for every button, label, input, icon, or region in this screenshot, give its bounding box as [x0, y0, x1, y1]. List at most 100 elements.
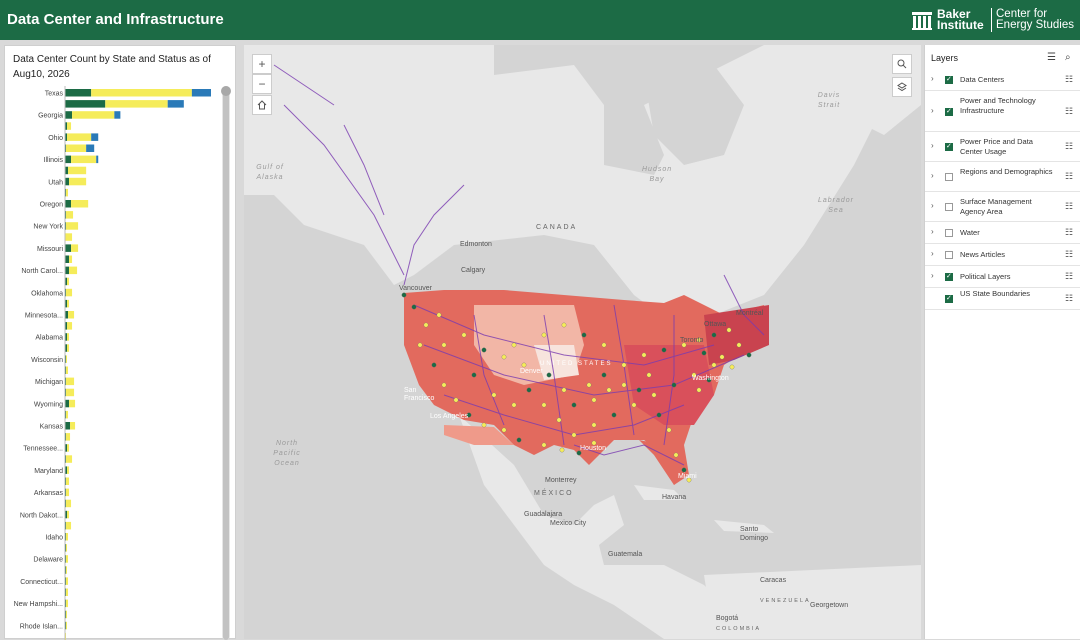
data-center-point[interactable] — [501, 427, 507, 433]
data-center-point[interactable] — [436, 312, 442, 318]
bar-segment[interactable] — [66, 577, 69, 585]
search-button[interactable] — [892, 54, 912, 74]
bar-segment[interactable] — [66, 533, 69, 541]
home-button[interactable] — [252, 95, 272, 115]
bar-segment[interactable] — [67, 322, 73, 330]
bar-segment[interactable] — [66, 555, 69, 563]
layer-visibility-checkbox[interactable] — [945, 294, 953, 303]
data-center-point[interactable] — [696, 387, 702, 393]
bar-segment[interactable] — [86, 144, 95, 153]
data-center-point[interactable] — [556, 417, 562, 423]
data-center-point[interactable] — [441, 342, 447, 348]
bar-segment[interactable] — [69, 177, 87, 186]
bar-segment[interactable] — [66, 355, 68, 363]
data-center-point[interactable] — [461, 332, 467, 338]
bar-segment[interactable] — [66, 488, 70, 497]
bar-segment[interactable] — [66, 599, 69, 608]
data-center-point[interactable] — [673, 452, 679, 458]
bar-segment[interactable] — [191, 89, 211, 97]
map-view[interactable]: CANADA Edmonton Calgary Vancouver Ottawa… — [244, 45, 921, 639]
legend-icon[interactable]: ☷ — [1065, 201, 1073, 212]
bar-segment[interactable] — [67, 344, 70, 352]
bar-segment[interactable] — [67, 299, 70, 308]
bar-segment[interactable] — [66, 211, 74, 219]
chevron-right-icon[interactable]: › — [931, 201, 934, 210]
data-center-point[interactable] — [561, 387, 567, 393]
data-center-point[interactable] — [417, 342, 423, 348]
bar-segment[interactable] — [70, 422, 76, 430]
data-center-point[interactable] — [646, 372, 652, 378]
data-center-point[interactable] — [711, 332, 717, 338]
layer-item[interactable]: › News Articles ☷ — [925, 244, 1080, 266]
bar-segment[interactable] — [66, 477, 70, 486]
chart-scrollbar-thumb[interactable] — [223, 87, 229, 640]
bar-segment[interactable] — [65, 155, 72, 164]
layer-visibility-checkbox[interactable] — [945, 75, 953, 84]
bar-segment[interactable] — [167, 100, 184, 108]
data-center-point[interactable] — [481, 422, 487, 428]
search-icon[interactable]: ⌕ — [1065, 52, 1071, 63]
data-center-point[interactable] — [736, 342, 742, 348]
baker-institute-logo[interactable]: Baker Institute Center for Energy Studie… — [911, 7, 1078, 33]
bar-segment[interactable] — [65, 422, 71, 430]
layer-item[interactable]: › Political Layers ☷ — [925, 266, 1080, 288]
data-center-point[interactable] — [401, 292, 407, 298]
data-center-point[interactable] — [591, 422, 597, 428]
data-center-point[interactable] — [661, 347, 667, 353]
layer-item[interactable]: › Surface Management Agency Area ☷ — [925, 192, 1080, 222]
data-center-points[interactable] — [244, 45, 921, 639]
data-center-point[interactable] — [559, 447, 565, 453]
data-center-point[interactable] — [411, 304, 417, 310]
data-center-point[interactable] — [431, 362, 437, 368]
bar-segment[interactable] — [66, 144, 87, 153]
layer-item[interactable]: › Power Price and Data Center Usage ☷ — [925, 132, 1080, 162]
bar-segment[interactable] — [71, 200, 89, 208]
layer-item[interactable]: › Data Centers ☷ — [925, 69, 1080, 91]
bar-segment[interactable] — [105, 100, 168, 108]
layer-visibility-checkbox[interactable] — [945, 142, 953, 151]
layer-item[interactable]: › Regions and Demographics ☷ — [925, 162, 1080, 192]
data-center-point[interactable] — [711, 362, 717, 368]
data-center-point[interactable] — [541, 442, 547, 448]
bar-segment[interactable] — [69, 266, 78, 275]
bar-segment[interactable] — [71, 155, 97, 164]
bar-segment[interactable] — [67, 122, 72, 130]
bar-segment[interactable] — [69, 399, 76, 408]
bar-segment[interactable] — [65, 233, 73, 241]
data-center-point[interactable] — [561, 322, 567, 328]
data-center-point[interactable] — [526, 387, 532, 393]
bar-segment[interactable] — [65, 266, 70, 275]
data-center-point[interactable] — [719, 354, 725, 360]
scroll-up-button[interactable] — [221, 86, 231, 96]
layer-visibility-checkbox[interactable] — [945, 173, 953, 181]
data-center-point[interactable] — [546, 372, 552, 378]
data-center-point[interactable] — [591, 397, 597, 403]
bar-segment[interactable] — [96, 155, 99, 164]
data-center-point[interactable] — [501, 354, 507, 360]
data-center-point[interactable] — [641, 352, 647, 358]
data-center-point[interactable] — [666, 427, 672, 433]
legend-icon[interactable]: ☷ — [1065, 141, 1073, 152]
data-center-point[interactable] — [521, 362, 527, 368]
bar-segment[interactable] — [65, 244, 72, 252]
bar-segment[interactable] — [68, 311, 75, 319]
layer-visibility-checkbox[interactable] — [945, 229, 953, 237]
bar-segment[interactable] — [67, 466, 70, 474]
data-center-point[interactable] — [481, 347, 487, 353]
data-center-point[interactable] — [586, 382, 592, 388]
bar-segment[interactable] — [67, 277, 70, 286]
bar-segment[interactable] — [66, 377, 75, 386]
bar-segment[interactable] — [66, 521, 72, 530]
bar-segment[interactable] — [69, 255, 73, 264]
bar-segment[interactable] — [66, 388, 75, 397]
bar-segment[interactable] — [65, 200, 72, 208]
bar-segment[interactable] — [66, 621, 68, 630]
bar-segment[interactable] — [65, 177, 70, 186]
chevron-right-icon[interactable]: › — [931, 171, 934, 180]
layer-visibility-checkbox[interactable] — [945, 203, 953, 211]
layer-visibility-checkbox[interactable] — [945, 107, 953, 116]
data-center-point[interactable] — [541, 402, 547, 408]
chevron-right-icon[interactable]: › — [931, 271, 934, 280]
bar-segment[interactable] — [67, 444, 70, 452]
data-center-point[interactable] — [651, 392, 657, 398]
